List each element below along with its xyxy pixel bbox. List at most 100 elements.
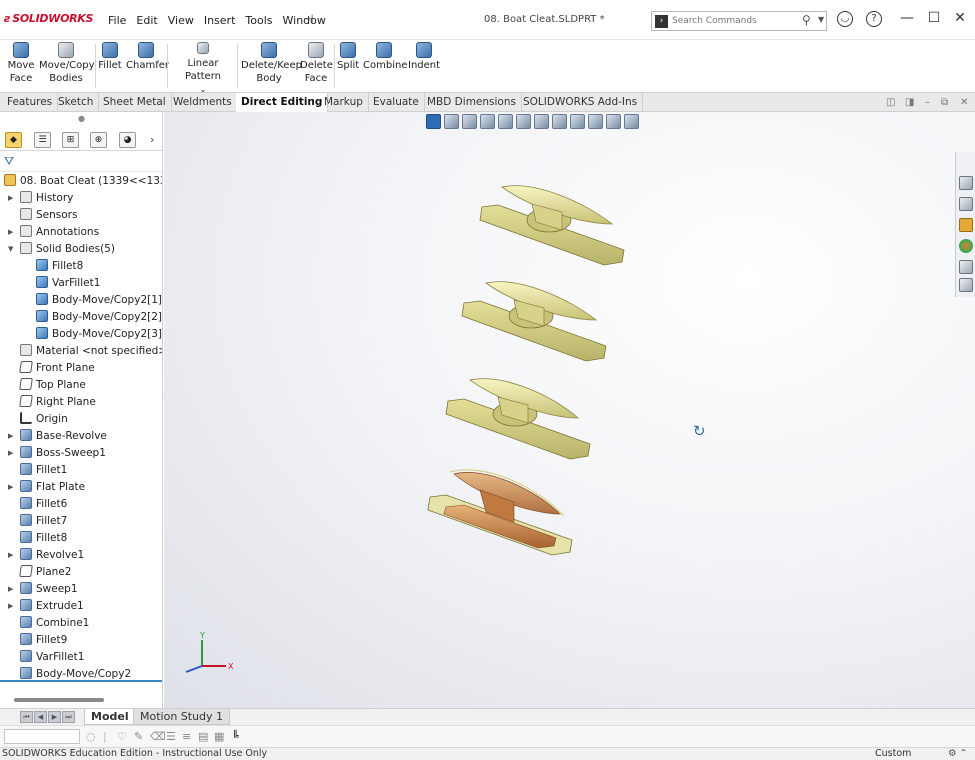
rollback-bar[interactable] <box>0 680 162 682</box>
doc-restore-button[interactable]: ⧉ <box>941 97 948 108</box>
delete-face-button[interactable]: Delete Face <box>300 42 333 85</box>
tab-motion-study[interactable]: Motion Study 1 <box>133 709 231 725</box>
tree-item-body[interactable]: Body-Move/Copy2[3] <box>36 326 162 343</box>
panel-grip[interactable]: ● <box>78 114 85 123</box>
user-icon[interactable]: ◡ <box>837 11 853 27</box>
search-icon[interactable]: ⚲ <box>802 13 811 27</box>
horizontal-scrollbar[interactable] <box>14 698 104 702</box>
tile-view-icon[interactable]: ◫ <box>886 97 895 108</box>
tab-markup[interactable]: Markup <box>319 93 369 112</box>
boat-cleat-model[interactable] <box>164 112 975 708</box>
tree-item-material[interactable]: Material <not specified> <box>20 343 162 360</box>
expand-arrow-icon[interactable]: ▶ <box>8 190 13 207</box>
move-copy-bodies-button[interactable]: Move/Copy Bodies <box>39 42 95 85</box>
tree-item-feature[interactable]: Fillet1 <box>20 462 67 479</box>
split-view-icon[interactable]: ◨ <box>905 97 914 108</box>
close-button[interactable]: ✕ <box>950 10 970 26</box>
chevron-down-icon[interactable]: ▼ <box>818 15 824 24</box>
file-explorer-icon[interactable] <box>959 197 973 211</box>
expand-arrow-icon[interactable]: ▶ <box>8 224 13 241</box>
graphics-area[interactable]: ↻ Y X <box>164 112 975 708</box>
view-palette-icon[interactable] <box>959 218 973 232</box>
tree-item-feature[interactable]: Combine1 <box>20 615 89 632</box>
tree-item-feature[interactable]: Fillet8 <box>20 530 67 547</box>
erase-icon[interactable]: ⌫ <box>150 730 166 743</box>
cleat-body-3[interactable] <box>445 378 591 460</box>
solidworks-forum-icon[interactable] <box>959 278 973 292</box>
tree-item-feature[interactable]: Plane2 <box>19 564 71 581</box>
configuration-manager-tab-icon[interactable]: ⊞ <box>62 132 79 148</box>
menu-tools[interactable]: Tools <box>240 14 277 27</box>
display-manager-tab-icon[interactable]: ◕ <box>119 132 136 148</box>
doc-minimize-button[interactable]: – <box>925 97 930 108</box>
combine-button[interactable]: Combine <box>363 42 407 72</box>
grid-icon[interactable]: ▦ <box>214 730 224 743</box>
tab-direct-editing[interactable]: Direct Editing <box>236 93 329 112</box>
tree-item-feature[interactable]: ▶ Flat Plate <box>8 479 85 496</box>
tree-root-part[interactable]: 08. Boat Cleat (1339<<1339>_ <box>4 173 162 190</box>
comment-icon[interactable]: ♡ <box>117 730 127 743</box>
chevron-right-icon[interactable]: › <box>150 133 154 146</box>
tree-item-origin[interactable]: Origin <box>20 411 68 428</box>
tree-item-body[interactable]: Fillet8 <box>36 258 83 275</box>
tab-weldments[interactable]: Weldments <box>168 93 238 112</box>
tree-item-feature[interactable]: ▶ Sweep1 <box>8 581 78 598</box>
solidworks-logo[interactable]: ƨ SOLIDWORKS <box>4 12 93 25</box>
prev-tab-arrow-icon[interactable]: ◀ <box>34 711 47 723</box>
help-icon[interactable]: ? <box>866 11 882 27</box>
lines-icon[interactable]: ☰ <box>166 730 176 743</box>
axis-chart-icon[interactable]: ╚ <box>232 730 239 743</box>
tab-scroll-arrows[interactable]: ⏮ ◀ ▶ ⏭ <box>20 711 76 723</box>
cleat-body-1[interactable] <box>479 185 625 266</box>
tree-item-feature[interactable]: ▶ Base-Revolve <box>8 428 107 445</box>
tree-item-feature[interactable]: ▶ Boss-Sweep1 <box>8 445 106 462</box>
tree-item-feature[interactable]: ▶ Extrude1 <box>8 598 84 615</box>
next-tab-arrow-icon[interactable]: ▶ <box>48 711 61 723</box>
tree-item-front-plane[interactable]: Front Plane <box>19 360 95 377</box>
tree-item-body[interactable]: Body-Move/Copy2[1] <box>36 292 162 309</box>
filter-icon[interactable]: ⛛ <box>4 154 14 169</box>
expand-arrow-icon[interactable]: ▶ <box>8 428 13 445</box>
tab-sketch[interactable]: Sketch <box>53 93 100 112</box>
custom-properties-icon[interactable] <box>959 260 973 274</box>
delete-keep-body-button[interactable]: Delete/Keep Body <box>241 42 302 85</box>
cleat-body-2[interactable] <box>461 281 607 362</box>
tab-evaluate[interactable]: Evaluate <box>368 93 425 112</box>
doc-close-button[interactable]: ✕ <box>960 97 968 108</box>
tree-item-feature[interactable]: ▶ Revolve1 <box>8 547 84 564</box>
filter-toggle-icon[interactable]: ◌ <box>86 730 96 743</box>
menu-file[interactable]: File <box>103 14 131 27</box>
chamfer-button[interactable]: Chamfer <box>126 42 169 72</box>
minimize-button[interactable]: — <box>897 10 917 26</box>
expand-arrow-icon[interactable]: ▶ <box>8 445 13 462</box>
tree-item-feature[interactable]: Fillet6 <box>20 496 67 513</box>
appearances-icon[interactable] <box>959 239 973 253</box>
expand-arrow-icon[interactable]: ▶ <box>8 479 13 496</box>
tree-item-history[interactable]: ▶ History <box>8 190 73 207</box>
property-manager-tab-icon[interactable]: ☰ <box>34 132 51 148</box>
menu-edit[interactable]: Edit <box>131 14 162 27</box>
cleat-body-4-selected[interactable] <box>427 469 573 556</box>
tree-item-annotations[interactable]: ▶ Annotations <box>8 224 99 241</box>
expand-arrow-icon[interactable]: ▶ <box>8 598 13 615</box>
tree-item-sensors[interactable]: Sensors <box>20 207 77 224</box>
3d-parts-icon[interactable] <box>959 176 973 190</box>
indent-button[interactable]: Indent <box>408 42 440 72</box>
selection-filter-dropdown[interactable] <box>4 729 80 744</box>
search-input[interactable] <box>672 14 794 28</box>
tree-item-body[interactable]: VarFillet1 <box>36 275 100 292</box>
table-icon[interactable]: ▤ <box>198 730 208 743</box>
tree-item-top-plane[interactable]: Top Plane <box>19 377 86 394</box>
pencil-icon[interactable]: ✎ <box>134 730 143 743</box>
pin-icon[interactable]: ⊣ <box>303 12 313 26</box>
tree-item-feature[interactable]: Fillet7 <box>20 513 67 530</box>
units-selector[interactable]: Custom <box>875 748 911 760</box>
expand-arrow-icon[interactable]: ▶ <box>8 581 13 598</box>
split-button[interactable]: Split <box>337 42 359 72</box>
filter-bar[interactable]: ⛛ <box>0 152 162 172</box>
tab-model[interactable]: Model <box>84 709 136 725</box>
tree-item-right-plane[interactable]: Right Plane <box>19 394 96 411</box>
expand-arrow-icon[interactable]: ▶ <box>8 547 13 564</box>
last-tab-arrow-icon[interactable]: ⏭ <box>62 711 75 723</box>
dimxpert-tab-icon[interactable]: ⊕ <box>90 132 107 148</box>
